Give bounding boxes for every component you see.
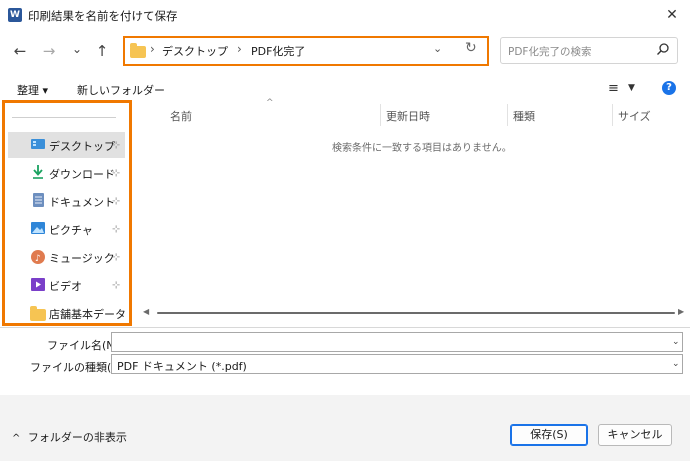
column-divider[interactable]: [507, 104, 508, 126]
breadcrumb-separator: ›: [150, 42, 155, 56]
address-dropdown-icon[interactable]: ⌄: [433, 42, 442, 55]
column-divider[interactable]: [612, 104, 613, 126]
divider: [0, 327, 690, 328]
save-button[interactable]: 保存(S): [510, 424, 588, 446]
refresh-icon[interactable]: ↻: [465, 40, 477, 56]
recent-locations-button[interactable]: ⌄: [66, 38, 88, 60]
horizontal-scrollbar[interactable]: [157, 312, 675, 314]
cancel-button[interactable]: キャンセル: [598, 424, 672, 446]
back-button[interactable]: ←: [9, 40, 31, 62]
folder-icon: [130, 43, 146, 58]
search-icon[interactable]: [654, 41, 672, 59]
column-header-modified[interactable]: 更新日時: [386, 108, 430, 124]
scroll-left-icon[interactable]: ◀: [143, 307, 149, 316]
filename-dropdown-icon[interactable]: ⌄: [672, 337, 680, 347]
help-icon[interactable]: ?: [662, 81, 676, 95]
filetype-dropdown-icon[interactable]: ⌄: [672, 359, 680, 369]
up-button[interactable]: ↑: [91, 40, 113, 62]
hide-folders-label: フォルダーの非表示: [27, 431, 127, 444]
close-button[interactable]: ✕: [662, 5, 682, 25]
window-title: 印刷結果を名前を付けて保存: [28, 9, 178, 23]
column-header-name[interactable]: 名前: [170, 108, 192, 124]
sidebar-highlight-frame: [2, 100, 132, 326]
breadcrumb-desktop[interactable]: デスクトップ: [162, 43, 228, 59]
new-folder-button[interactable]: 新しいフォルダー: [77, 82, 165, 98]
hide-folders-toggle[interactable]: ^ フォルダーの非表示: [12, 429, 127, 445]
column-header-type[interactable]: 種類: [513, 108, 535, 124]
organize-button[interactable]: 整理 ▾: [17, 82, 48, 98]
breadcrumb-current-folder[interactable]: PDF化完了: [251, 43, 305, 59]
filetype-value: PDF ドキュメント (*.pdf): [117, 360, 247, 373]
forward-button[interactable]: →: [38, 40, 60, 62]
scroll-right-icon[interactable]: ▶: [678, 307, 684, 316]
chevron-up-icon: ^: [12, 433, 21, 444]
empty-folder-message: 検索条件に一致する項目はありません。: [332, 143, 512, 154]
view-dropdown-icon[interactable]: ▼: [628, 83, 635, 93]
view-options-icon[interactable]: ≡: [608, 81, 619, 96]
word-app-icon: W: [8, 8, 22, 22]
filename-field[interactable]: [111, 332, 683, 352]
sort-ascending-icon: ^: [266, 98, 274, 108]
column-header-size[interactable]: サイズ: [618, 108, 651, 124]
column-divider[interactable]: [380, 104, 381, 126]
search-placeholder: PDF化完了の検索: [508, 46, 592, 58]
breadcrumb-separator: ›: [237, 42, 242, 56]
